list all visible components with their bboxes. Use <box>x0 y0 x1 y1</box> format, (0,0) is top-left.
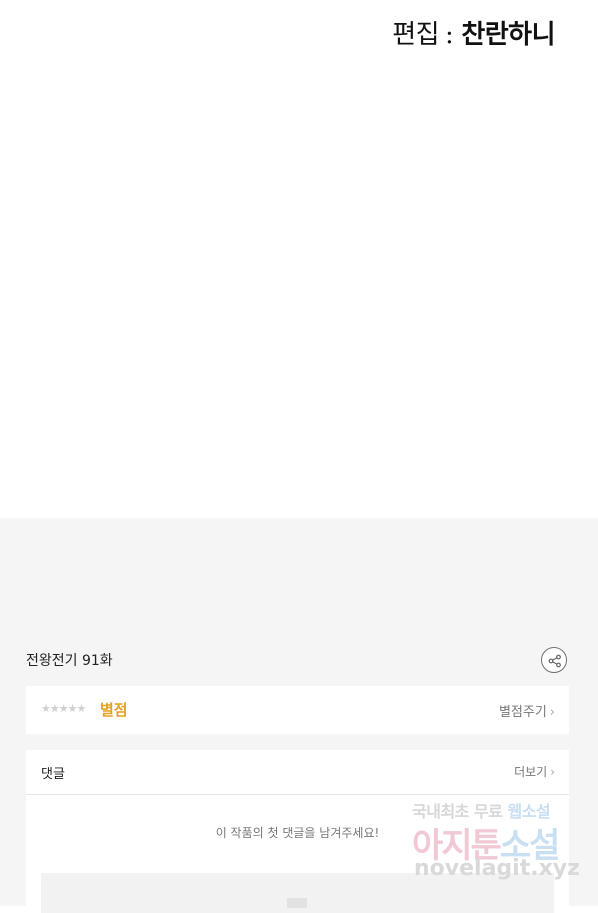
more-comments-label: 더보기 <box>514 765 548 779</box>
give-rating-label: 별점주기 <box>498 705 547 720</box>
give-rating-button[interactable]: 별점주기 › <box>499 701 555 720</box>
credit-name: 찬란하니 <box>461 20 555 50</box>
credit-separator: : <box>445 20 454 50</box>
editor-credit: 편집: 찬란하니 <box>392 14 555 51</box>
rating-stars[interactable]: ★★★★★ <box>41 702 86 715</box>
rating-card: ★★★★★ 별점 별점주기 › <box>26 686 569 734</box>
share-button[interactable] <box>541 647 567 673</box>
chevron-right-icon: › <box>549 705 555 720</box>
watermark-url: novelagit.xyz <box>414 856 580 881</box>
rating-label: 별점 <box>100 701 128 719</box>
episode-title: 전왕전기 91화 <box>26 653 113 669</box>
content-end-area: 편집: 찬란하니 <box>0 0 598 518</box>
site-watermark: 국내최초 무료 웹소설 아지툰소설 novelagit.xyz <box>412 798 582 890</box>
more-comments-button[interactable]: 더보기 › <box>514 763 555 780</box>
share-icon <box>548 654 561 668</box>
comment-title: 댓글 <box>41 767 65 782</box>
chevron-right-icon: › <box>550 765 555 779</box>
credit-role: 편집 <box>392 20 440 50</box>
comment-input-handle <box>287 898 307 908</box>
comment-header: 댓글 더보기 › <box>26 750 569 795</box>
